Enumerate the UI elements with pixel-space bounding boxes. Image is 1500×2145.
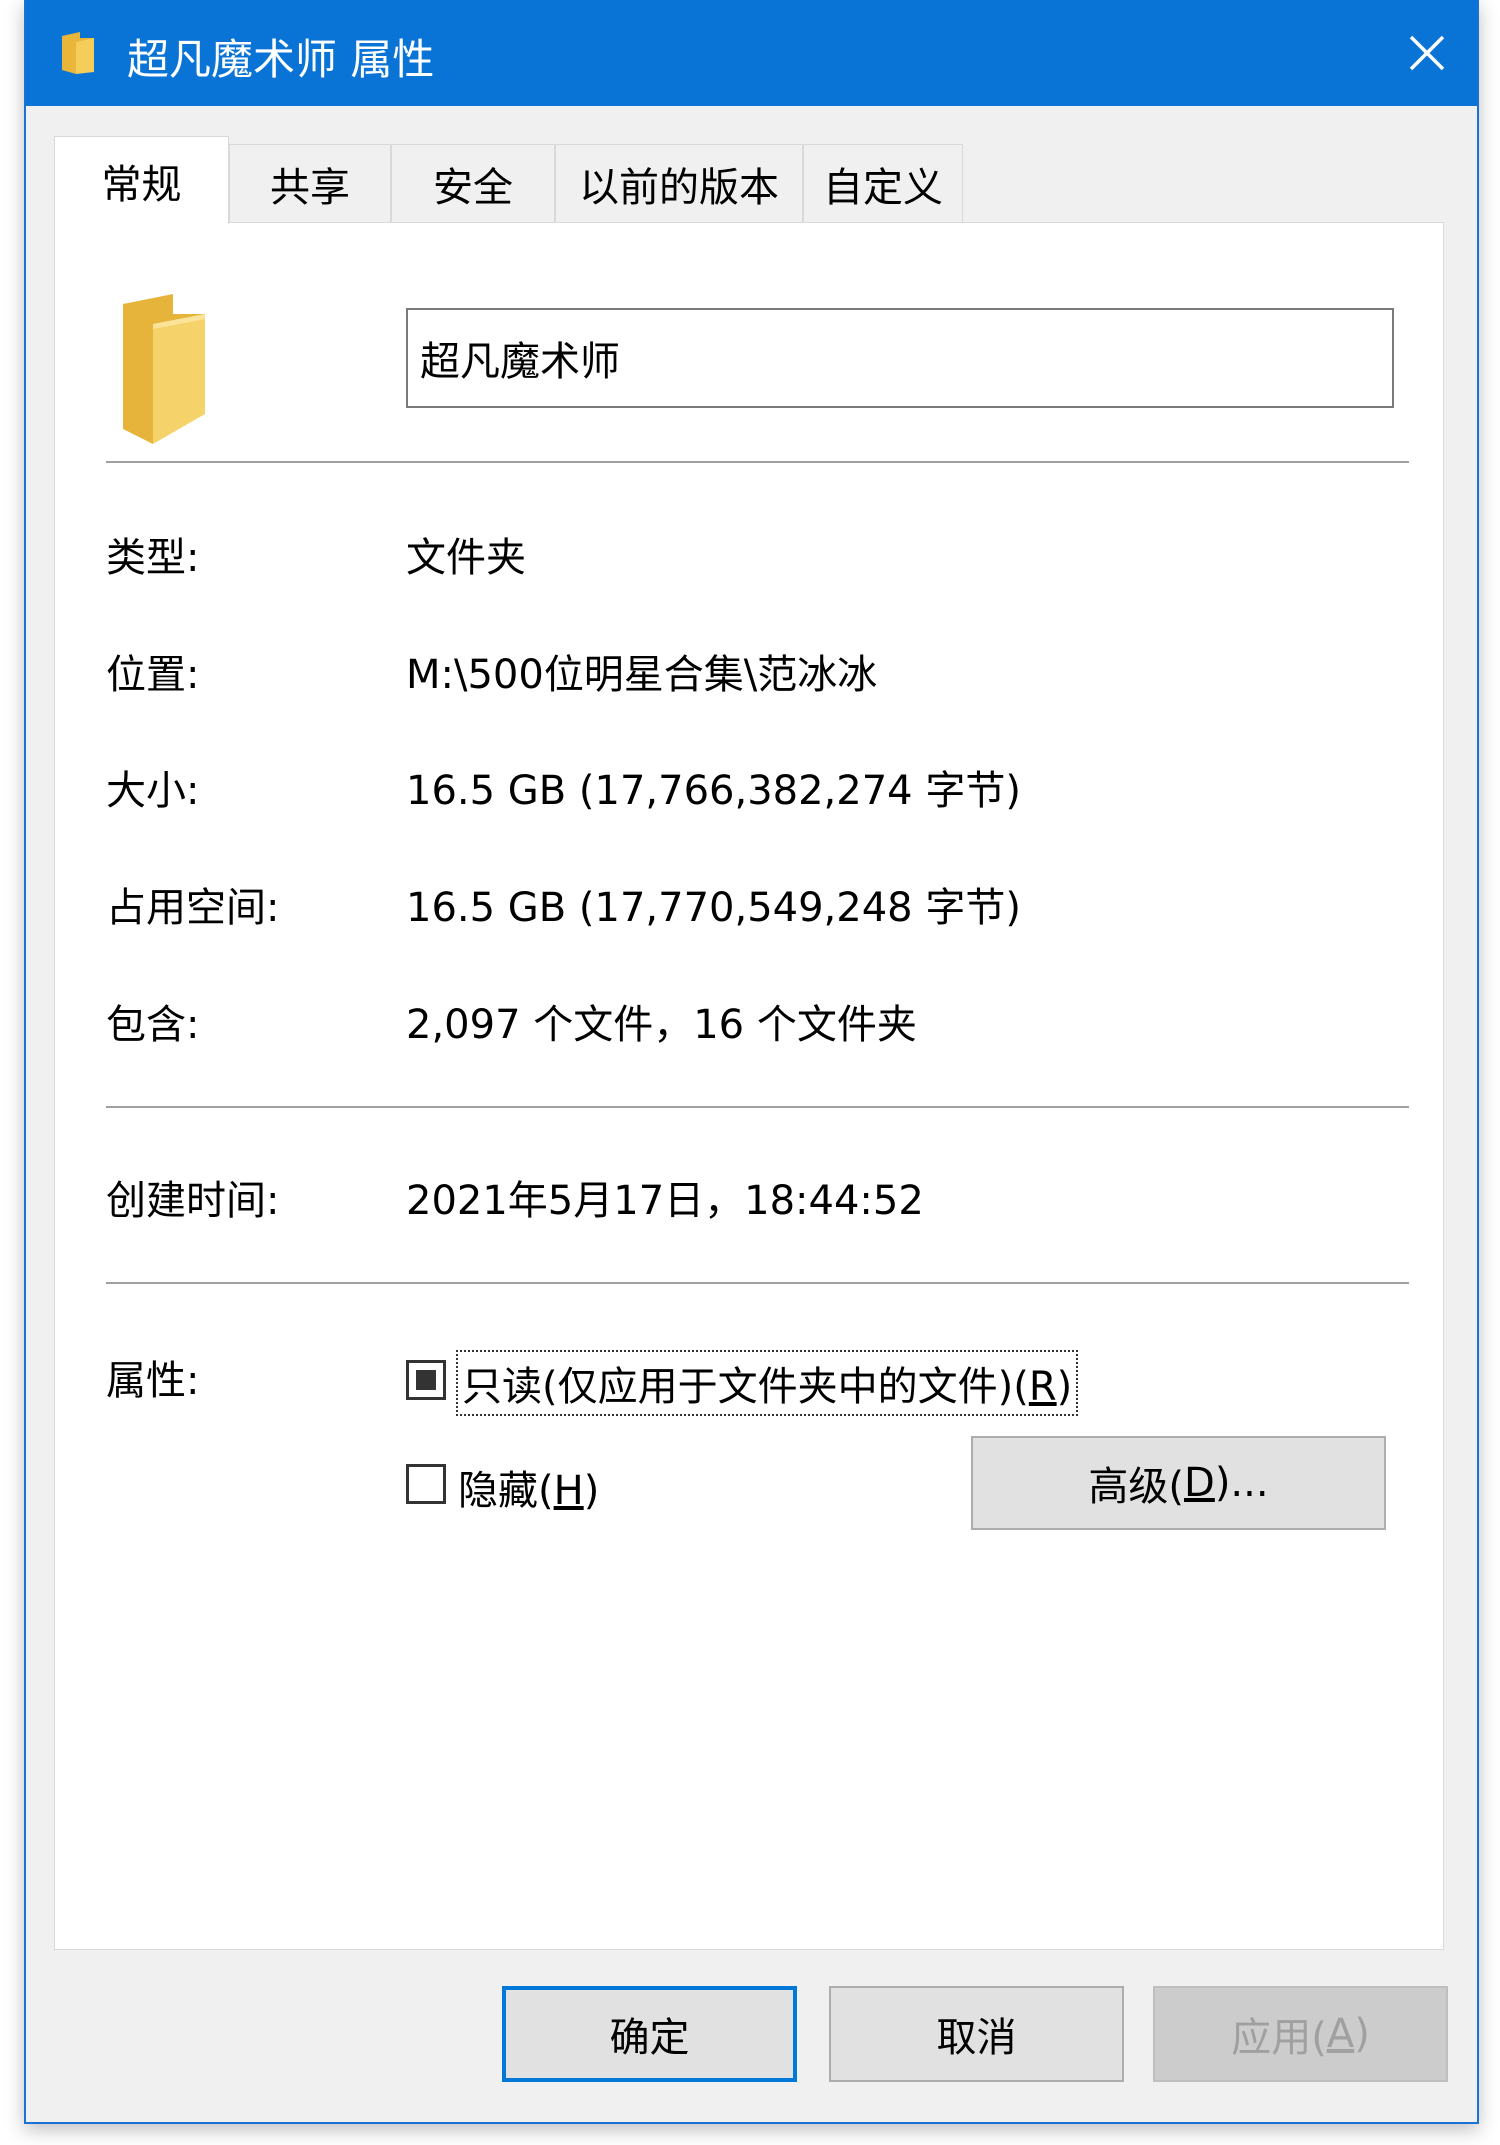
separator	[106, 461, 1409, 463]
title-bar[interactable]: 超凡魔术师 属性	[26, 0, 1477, 106]
window-title: 超凡魔术师 属性	[127, 35, 435, 84]
type-label: 类型:	[106, 535, 200, 581]
folder-icon	[62, 32, 94, 74]
created-value: 2021年5月17日，18:44:52	[406, 1178, 924, 1224]
cancel-button[interactable]: 取消	[829, 1986, 1124, 2082]
hidden-accel: H	[553, 1468, 584, 1514]
readonly-label-text: 只读(仅应用于文件夹中的文件)(	[462, 1364, 1029, 1410]
size-on-disk-value: 16.5 GB (17,770,549,248 字节)	[406, 885, 1021, 931]
close-icon	[1409, 35, 1445, 71]
hidden-label-end: )	[583, 1468, 600, 1514]
tab-general[interactable]: 常规	[54, 136, 229, 224]
tab-previous-versions[interactable]: 以前的版本	[555, 144, 803, 222]
type-value: 文件夹	[406, 535, 526, 581]
attributes-label: 属性:	[106, 1358, 200, 1404]
advanced-label: 高级(	[1088, 1464, 1185, 1510]
apply-label-end: )	[1354, 2011, 1370, 2057]
tab-customize[interactable]: 自定义	[803, 144, 963, 222]
advanced-accel: D	[1184, 1460, 1215, 1506]
tab-sharing[interactable]: 共享	[229, 144, 391, 222]
apply-accel: A	[1326, 2011, 1355, 2057]
contains-value: 2,097 个文件，16 个文件夹	[406, 1002, 917, 1048]
hidden-checkbox[interactable]	[406, 1464, 446, 1504]
location-value: M:\500位明星合集\范冰冰	[406, 652, 878, 698]
folder-name-input[interactable]	[406, 308, 1394, 408]
folder-icon	[123, 294, 205, 444]
properties-dialog: 超凡魔术师 属性 常规 共享 安全 以前的版本 自定义 类型: 文件夹 位置: …	[24, 0, 1479, 2124]
readonly-label-end: )	[1056, 1364, 1073, 1410]
hidden-label-text: 隐藏(	[458, 1468, 554, 1514]
indeterminate-mark	[416, 1370, 436, 1390]
size-on-disk-label: 占用空间:	[106, 885, 280, 931]
readonly-label[interactable]: 只读(仅应用于文件夹中的文件)(R)	[456, 1350, 1079, 1416]
separator	[106, 1282, 1409, 1284]
created-label: 创建时间:	[106, 1178, 280, 1224]
separator	[106, 1106, 1409, 1108]
general-tab-panel	[54, 222, 1444, 1950]
size-value: 16.5 GB (17,766,382,274 字节)	[406, 768, 1021, 814]
tab-security[interactable]: 安全	[391, 144, 555, 222]
size-label: 大小:	[106, 768, 200, 814]
close-button[interactable]	[1377, 0, 1477, 106]
contains-label: 包含:	[106, 1002, 200, 1048]
hidden-label[interactable]: 隐藏(H)	[458, 1458, 599, 1516]
advanced-button[interactable]: 高级(D)...	[971, 1436, 1386, 1530]
advanced-label-end: )...	[1214, 1460, 1269, 1506]
readonly-checkbox[interactable]	[406, 1360, 446, 1400]
ok-button[interactable]: 确定	[502, 1986, 797, 2082]
apply-label: 应用(	[1231, 2015, 1327, 2061]
apply-button[interactable]: 应用(A)	[1153, 1986, 1448, 2082]
location-label: 位置:	[106, 652, 200, 698]
readonly-accel: R	[1028, 1364, 1057, 1410]
